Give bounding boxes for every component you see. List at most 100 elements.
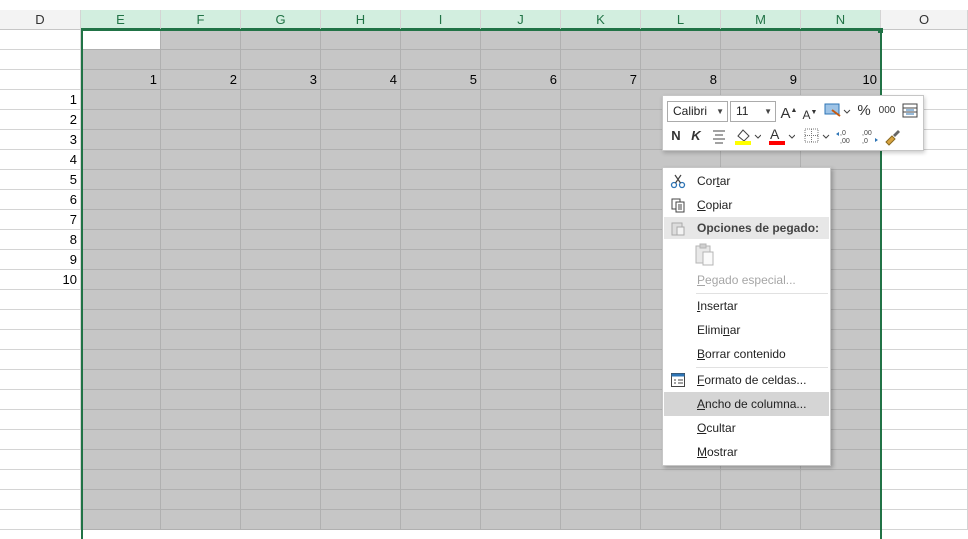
cell[interactable]: [241, 450, 321, 470]
borders-button[interactable]: [803, 126, 831, 146]
cell[interactable]: [881, 30, 968, 50]
cell[interactable]: [321, 270, 401, 290]
column-header-j[interactable]: J: [481, 10, 561, 30]
cell[interactable]: [561, 150, 641, 170]
cell[interactable]: [321, 390, 401, 410]
cell[interactable]: [0, 450, 81, 470]
cell[interactable]: [561, 50, 641, 70]
cell[interactable]: [401, 510, 481, 530]
cell[interactable]: [641, 490, 721, 510]
cell[interactable]: [481, 330, 561, 350]
cell[interactable]: [801, 50, 881, 70]
cell[interactable]: [81, 390, 161, 410]
cell[interactable]: [161, 370, 241, 390]
cell[interactable]: [481, 130, 561, 150]
cell[interactable]: [481, 110, 561, 130]
cell[interactable]: [881, 470, 968, 490]
cell[interactable]: 3: [0, 130, 81, 150]
cell[interactable]: [401, 130, 481, 150]
column-header-m[interactable]: M: [721, 10, 801, 30]
cell[interactable]: [401, 110, 481, 130]
cell[interactable]: [561, 470, 641, 490]
cell[interactable]: 2: [161, 70, 241, 90]
cell[interactable]: [561, 270, 641, 290]
cell[interactable]: [401, 90, 481, 110]
cell[interactable]: [881, 290, 968, 310]
cell[interactable]: [161, 90, 241, 110]
cell[interactable]: [321, 490, 401, 510]
cell[interactable]: [241, 410, 321, 430]
cell[interactable]: [81, 370, 161, 390]
cell[interactable]: [481, 250, 561, 270]
cell[interactable]: 4: [0, 150, 81, 170]
cell[interactable]: 7: [0, 210, 81, 230]
cell[interactable]: [81, 270, 161, 290]
cell[interactable]: [721, 490, 801, 510]
cell[interactable]: [881, 190, 968, 210]
align-center-button[interactable]: [710, 126, 728, 146]
cell[interactable]: [561, 90, 641, 110]
menu-item-clear-contents[interactable]: Borrar contenido: [664, 342, 829, 366]
increase-decimal-button[interactable]: ,00 ,0: [859, 126, 879, 146]
cell[interactable]: [161, 110, 241, 130]
cell[interactable]: 5: [0, 170, 81, 190]
cell[interactable]: [481, 90, 561, 110]
grow-font-button[interactable]: A▲: [780, 101, 798, 122]
cell[interactable]: [0, 390, 81, 410]
cell[interactable]: [81, 310, 161, 330]
cell[interactable]: [241, 330, 321, 350]
font-size-combo[interactable]: 11 ▼: [730, 101, 776, 122]
cell[interactable]: [81, 130, 161, 150]
cell[interactable]: [0, 490, 81, 510]
cell[interactable]: [161, 350, 241, 370]
cell[interactable]: [81, 450, 161, 470]
cell[interactable]: [561, 110, 641, 130]
menu-item-hide[interactable]: Ocultar: [664, 416, 829, 440]
cell[interactable]: [321, 330, 401, 350]
cell[interactable]: [321, 230, 401, 250]
cell[interactable]: [241, 310, 321, 330]
cell[interactable]: 8: [0, 230, 81, 250]
cell[interactable]: [81, 230, 161, 250]
cell[interactable]: [881, 70, 968, 90]
cell[interactable]: [81, 430, 161, 450]
cell[interactable]: [161, 270, 241, 290]
cell[interactable]: [881, 50, 968, 70]
cell[interactable]: [481, 50, 561, 70]
cell[interactable]: [161, 30, 241, 50]
cell[interactable]: [881, 230, 968, 250]
cell[interactable]: [481, 510, 561, 530]
menu-item-insert[interactable]: Insertar: [664, 294, 829, 318]
cell[interactable]: [401, 350, 481, 370]
cell[interactable]: [481, 490, 561, 510]
cell[interactable]: [241, 430, 321, 450]
cell[interactable]: [321, 90, 401, 110]
cell[interactable]: [241, 510, 321, 530]
cell[interactable]: 2: [0, 110, 81, 130]
cell[interactable]: [161, 450, 241, 470]
cell[interactable]: [881, 350, 968, 370]
cell[interactable]: [81, 250, 161, 270]
cell[interactable]: [481, 350, 561, 370]
column-header-k[interactable]: K: [561, 10, 641, 30]
percent-button[interactable]: %: [856, 101, 872, 121]
cell[interactable]: [161, 250, 241, 270]
cell[interactable]: [561, 490, 641, 510]
cell[interactable]: [561, 230, 641, 250]
cell[interactable]: [161, 410, 241, 430]
cell[interactable]: [401, 310, 481, 330]
cell[interactable]: [161, 130, 241, 150]
cell[interactable]: [161, 170, 241, 190]
cell[interactable]: [321, 150, 401, 170]
cell[interactable]: [561, 510, 641, 530]
cell[interactable]: [161, 390, 241, 410]
cell[interactable]: 5: [401, 70, 481, 90]
cell[interactable]: [321, 510, 401, 530]
cell[interactable]: [161, 150, 241, 170]
cell[interactable]: [561, 190, 641, 210]
fill-color-button[interactable]: [733, 126, 761, 146]
cell[interactable]: [81, 210, 161, 230]
cell[interactable]: [561, 330, 641, 350]
cell[interactable]: [321, 370, 401, 390]
column-header-g[interactable]: G: [241, 10, 321, 30]
